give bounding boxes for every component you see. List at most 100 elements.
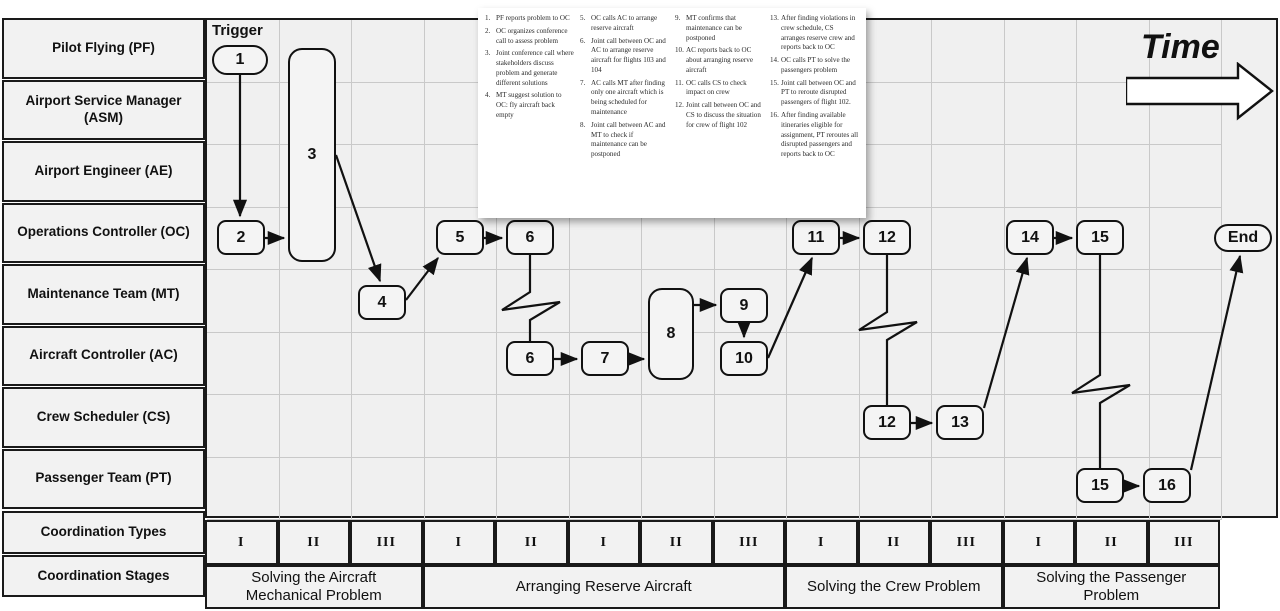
- step-node-n10[interactable]: 10: [720, 341, 768, 376]
- step-node-n5[interactable]: 5: [436, 220, 484, 255]
- row-label-cs: Crew Scheduler (CS): [2, 387, 205, 448]
- grid-cell: [207, 457, 280, 520]
- step-node-n14[interactable]: 14: [1006, 220, 1054, 255]
- grid-cell: [1077, 270, 1150, 333]
- grid-cell: [569, 395, 642, 458]
- grid-cell: [1077, 395, 1150, 458]
- legend-column: 5. OC calls AC to arrange reserve aircraf…: [577, 14, 672, 218]
- coordination-stage-cell: Solving the Passenger Problem: [1002, 565, 1220, 609]
- grid-cell: [787, 457, 860, 520]
- grid-cell: [859, 145, 932, 208]
- grid-cell: [352, 332, 425, 395]
- step-node-n12b[interactable]: 12: [863, 405, 911, 440]
- grid-cell: [352, 395, 425, 458]
- legend-item: 12. Joint call between OC and CS to discu…: [675, 101, 764, 130]
- grid-cell: [424, 457, 497, 520]
- step-node-n13[interactable]: 13: [936, 405, 984, 440]
- grid-cell: [1004, 270, 1077, 333]
- coordination-type-cell: III: [350, 520, 423, 565]
- grid-cell: [207, 332, 280, 395]
- step-node-n8[interactable]: 8: [648, 288, 694, 380]
- grid-cell: [1004, 82, 1077, 145]
- grid-cell: [569, 270, 642, 333]
- legend-item-text: Joint conference call where stakeholders…: [496, 49, 574, 87]
- coordination-type-cell: I: [567, 520, 640, 565]
- row-label-ae: Airport Engineer (AE): [2, 141, 205, 202]
- legend-column: 13. After finding violations in crew sche…: [767, 14, 862, 218]
- grid-cell: [497, 270, 570, 333]
- legend-item: 6. Joint call between OC and AC to arrang…: [580, 37, 669, 76]
- grid-cell: [352, 145, 425, 208]
- step-node-n9[interactable]: 9: [720, 288, 768, 323]
- coordination-type-cell: II: [1075, 520, 1148, 565]
- legend-item-text: Joint call between OC and AC to arrange …: [591, 36, 666, 74]
- legend-item-text: Joint call between OC and PT to reroute …: [781, 78, 856, 107]
- legend-item-number: 4.: [485, 91, 491, 100]
- grid-cell: [1149, 270, 1222, 333]
- legend-column: 9. MT confirms that maintenance can be po…: [672, 14, 767, 218]
- legend-item: 11. OC calls CS to check impact on crew: [675, 79, 764, 99]
- step-node-n7[interactable]: 7: [581, 341, 629, 376]
- step-node-n15b[interactable]: 15: [1076, 468, 1124, 503]
- step-node-n12a[interactable]: 12: [863, 220, 911, 255]
- legend-item-number: 8.: [580, 120, 586, 129]
- right-arrow-icon: [1126, 62, 1274, 121]
- legend-item: 1. PF reports problem to OC: [485, 14, 574, 24]
- grid-cell: [932, 457, 1005, 520]
- step-node-n15a[interactable]: 15: [1076, 220, 1124, 255]
- coordination-stage-cell: Solving the Aircraft Mechanical Problem: [205, 565, 423, 609]
- legend-item-number: 10.: [675, 46, 684, 55]
- coordination-type-cell: I: [422, 520, 495, 565]
- steps-legend-box: 1. PF reports problem to OC 2. OC organizes…: [478, 8, 866, 218]
- coordination-stage-cell: Arranging Reserve Aircraft: [422, 565, 785, 609]
- legend-item-number: 5.: [580, 14, 586, 22]
- grid-cell: [207, 395, 280, 458]
- step-node-n2[interactable]: 2: [217, 220, 265, 255]
- grid-cell: [714, 457, 787, 520]
- row-label-mt: Maintenance Team (MT): [2, 264, 205, 325]
- grid-cell: [279, 457, 352, 520]
- step-node-n1[interactable]: 1: [212, 45, 268, 75]
- coordination-diagram: Pilot Flying (PF) Airport Service Manager…: [0, 0, 1280, 611]
- legend-item-number: 12.: [675, 101, 684, 110]
- legend-item-text: MT confirms that maintenance can be post…: [686, 14, 742, 42]
- legend-item: 7. AC calls MT after finding only one air…: [580, 79, 669, 118]
- grid-cell: [859, 270, 932, 333]
- step-node-nend[interactable]: End: [1214, 224, 1272, 252]
- step-node-n3[interactable]: 3: [288, 48, 336, 262]
- grid-cell: [932, 82, 1005, 145]
- legend-item: 9. MT confirms that maintenance can be po…: [675, 14, 764, 43]
- grid-cell: [352, 20, 425, 83]
- grid-cell: [1077, 332, 1150, 395]
- step-node-n6a[interactable]: 6: [506, 220, 554, 255]
- grid-cell: [787, 395, 860, 458]
- step-node-n4[interactable]: 4: [358, 285, 406, 320]
- grid-cell: [787, 332, 860, 395]
- legend-item: 3. Joint conference call where stakeholde…: [485, 49, 574, 88]
- step-node-n6b[interactable]: 6: [506, 341, 554, 376]
- grid-cell: [424, 395, 497, 458]
- legend-item: 5. OC calls AC to arrange reserve aircraf…: [580, 14, 669, 34]
- step-node-n11[interactable]: 11: [792, 220, 840, 255]
- legend-item: 15. Joint call between OC and PT to rerou…: [770, 79, 859, 108]
- grid-cell: [352, 207, 425, 270]
- grid-cell: [932, 207, 1005, 270]
- grid-cell: [1004, 457, 1077, 520]
- grid-cell: [1149, 395, 1222, 458]
- grid-cell: [569, 457, 642, 520]
- legend-item-number: 16.: [770, 111, 779, 120]
- grid-cell: [352, 82, 425, 145]
- step-node-n16[interactable]: 16: [1143, 468, 1191, 503]
- legend-item: 8. Joint call between AC and MT to check …: [580, 121, 669, 160]
- legend-item: 13. After finding violations in crew sche…: [770, 14, 859, 53]
- grid-cell: [787, 270, 860, 333]
- grid-cell: [1149, 332, 1222, 395]
- grid-cell: [932, 270, 1005, 333]
- grid-cell: [1149, 145, 1222, 208]
- grid-cell: [207, 82, 280, 145]
- grid-cell: [1004, 332, 1077, 395]
- grid-cell: [497, 457, 570, 520]
- legend-column: 1. PF reports problem to OC 2. OC organizes…: [482, 14, 577, 218]
- legend-item-text: OC organizes conference call to assess p…: [496, 26, 568, 45]
- grid-cell: [859, 457, 932, 520]
